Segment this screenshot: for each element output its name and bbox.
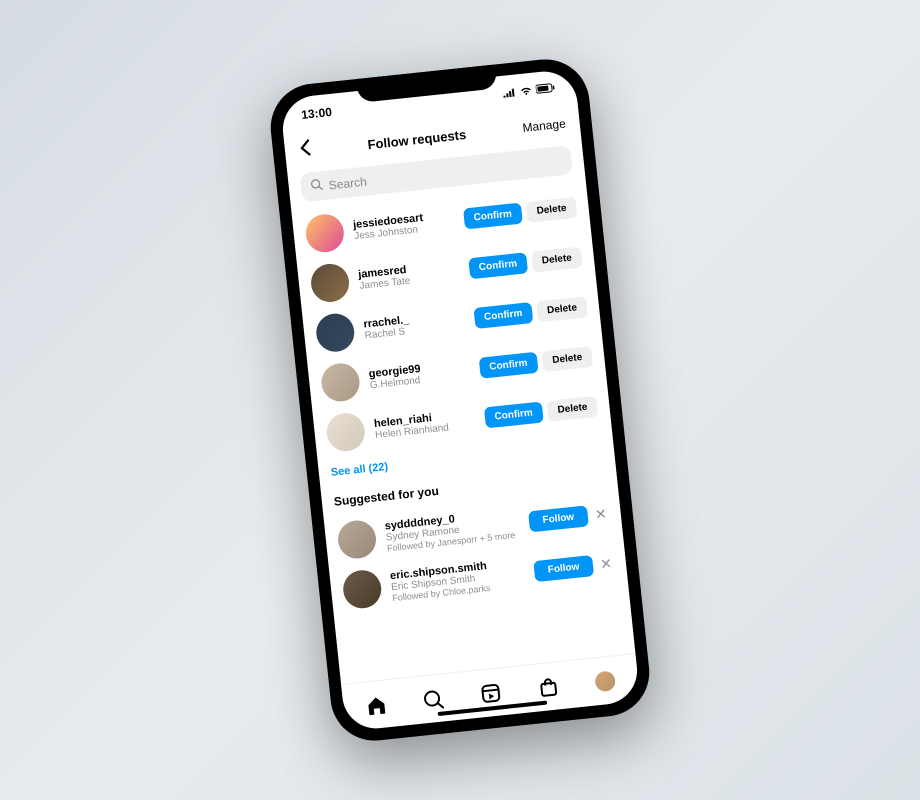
request-actions: Confirm Delete [478, 346, 593, 379]
close-icon[interactable]: ✕ [597, 554, 614, 573]
profile-nav-icon[interactable] [593, 669, 617, 693]
wifi-icon [518, 84, 533, 99]
delete-button[interactable]: Delete [547, 395, 599, 421]
user-info[interactable]: georgie99 G.Helmond [368, 357, 470, 390]
status-icons [502, 81, 557, 101]
confirm-button[interactable]: Confirm [468, 252, 528, 279]
content-area: jessiedoesart Jess Johnston Confirm Dele… [291, 181, 635, 684]
request-actions: Confirm Delete [484, 395, 599, 428]
search-placeholder: Search [328, 174, 367, 192]
confirm-button[interactable]: Confirm [484, 401, 544, 428]
avatar[interactable] [341, 568, 383, 610]
search-nav-icon[interactable] [421, 687, 445, 711]
screen: 13:00 Follow requests Manage [280, 68, 641, 731]
request-actions: Confirm Delete [463, 196, 578, 229]
page-title: Follow requests [367, 126, 467, 151]
confirm-button[interactable]: Confirm [473, 302, 533, 329]
user-info[interactable]: jamesred James Tate [358, 258, 460, 291]
shop-icon[interactable] [536, 675, 560, 699]
delete-button[interactable]: Delete [541, 346, 593, 372]
delete-button[interactable]: Delete [531, 246, 583, 272]
back-button[interactable] [298, 138, 312, 163]
signal-icon [502, 85, 517, 100]
avatar[interactable] [314, 312, 356, 354]
delete-button[interactable]: Delete [536, 296, 588, 322]
status-time: 13:00 [301, 105, 333, 122]
user-info[interactable]: eric.shipson.smith Eric Shipson Smith Fo… [389, 556, 525, 603]
search-icon [310, 178, 324, 194]
user-info[interactable]: syddddney_0 Sydney Ramone Followed by Ja… [384, 506, 520, 553]
user-info[interactable]: rrachel._ Rachel S [363, 308, 465, 341]
follow-button[interactable]: Follow [528, 505, 590, 532]
battery-icon [535, 81, 556, 97]
manage-button[interactable]: Manage [522, 116, 567, 134]
close-icon[interactable]: ✕ [592, 505, 609, 524]
phone-frame: 13:00 Follow requests Manage [266, 55, 653, 745]
request-actions: Confirm Delete [468, 246, 583, 279]
suggestion-actions: Follow ✕ [533, 552, 615, 581]
avatar[interactable] [336, 519, 378, 561]
follow-button[interactable]: Follow [533, 555, 595, 582]
request-actions: Confirm Delete [473, 296, 588, 329]
user-info[interactable]: helen_riahi Helen Rianhiand [373, 407, 475, 440]
suggestion-actions: Follow ✕ [528, 503, 610, 532]
confirm-button[interactable]: Confirm [463, 202, 523, 229]
avatar[interactable] [309, 262, 351, 304]
home-icon[interactable] [364, 693, 388, 717]
avatar[interactable] [325, 411, 367, 453]
avatar[interactable] [304, 212, 346, 254]
avatar[interactable] [320, 362, 362, 404]
delete-button[interactable]: Delete [526, 196, 578, 222]
reels-icon[interactable] [479, 681, 503, 705]
user-info[interactable]: jessiedoesart Jess Johnston [352, 208, 454, 241]
nav-avatar [594, 670, 616, 692]
confirm-button[interactable]: Confirm [478, 351, 538, 378]
